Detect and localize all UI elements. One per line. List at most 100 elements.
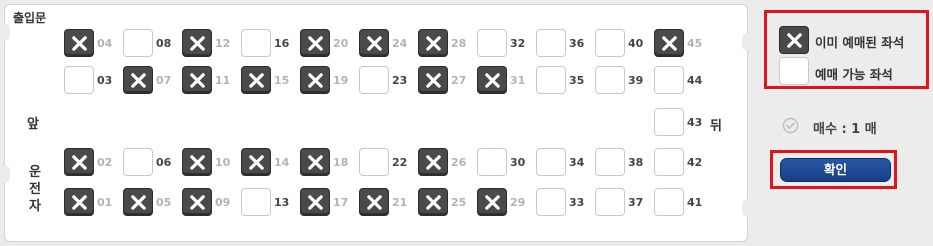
seat[interactable] — [595, 148, 625, 176]
seat-number: 26 — [451, 156, 467, 169]
ticket-count-label: 매수 : 1 매 — [813, 122, 877, 137]
seat-number: 31 — [510, 74, 526, 87]
seat-number: 09 — [215, 196, 231, 209]
seat[interactable] — [359, 29, 389, 57]
seat[interactable] — [418, 66, 448, 94]
panel-notch — [742, 199, 752, 217]
seat[interactable] — [477, 29, 507, 57]
seat[interactable] — [64, 66, 94, 94]
seat-number: 33 — [569, 196, 585, 209]
x-mark-icon — [249, 73, 264, 88]
seat[interactable] — [123, 66, 153, 94]
seat[interactable] — [477, 66, 507, 94]
seat[interactable] — [182, 29, 212, 57]
seat[interactable] — [477, 148, 507, 176]
seat-number: 36 — [569, 37, 585, 50]
seat[interactable] — [300, 29, 330, 57]
seat[interactable] — [123, 148, 153, 176]
seat[interactable] — [300, 148, 330, 176]
seat-number: 15 — [274, 74, 290, 87]
seat-number: 24 — [392, 37, 408, 50]
seat[interactable] — [241, 29, 271, 57]
panel-notch — [0, 165, 10, 183]
seat-number: 23 — [392, 74, 408, 87]
x-mark-icon — [308, 73, 323, 88]
x-mark-icon — [787, 33, 802, 48]
seat-number: 38 — [628, 156, 644, 169]
seat[interactable] — [654, 188, 684, 216]
x-mark-icon — [190, 195, 205, 210]
seat[interactable] — [536, 148, 566, 176]
seat[interactable] — [64, 188, 94, 216]
seat[interactable] — [654, 29, 684, 57]
seat-number: 01 — [97, 196, 113, 209]
seat[interactable] — [536, 29, 566, 57]
seat-number: 02 — [97, 156, 113, 169]
seat[interactable] — [418, 148, 448, 176]
seat-number: 22 — [392, 156, 408, 169]
x-mark-icon — [131, 195, 146, 210]
seat[interactable] — [182, 66, 212, 94]
panel-notch — [0, 23, 10, 41]
seat[interactable] — [595, 66, 625, 94]
seat[interactable] — [300, 66, 330, 94]
legend-available-seat — [779, 57, 809, 85]
check-circle-icon — [782, 117, 799, 134]
seat[interactable] — [595, 188, 625, 216]
seat[interactable] — [418, 188, 448, 216]
seat-number: 28 — [451, 37, 467, 50]
seat[interactable] — [536, 188, 566, 216]
entrance-label: 출입문 — [13, 11, 47, 25]
x-mark-icon — [249, 155, 264, 170]
x-mark-icon — [190, 155, 205, 170]
seat[interactable] — [654, 66, 684, 94]
seat[interactable] — [359, 188, 389, 216]
x-mark-icon — [367, 195, 382, 210]
x-mark-icon — [308, 155, 323, 170]
front-label: 앞 — [27, 117, 39, 132]
x-mark-icon — [662, 36, 677, 51]
confirm-highlight: 확인 — [770, 150, 897, 189]
seat-number: 45 — [687, 37, 703, 50]
seat[interactable] — [359, 148, 389, 176]
seat[interactable] — [418, 29, 448, 57]
x-mark-icon — [426, 36, 441, 51]
seat[interactable] — [654, 108, 684, 136]
seat[interactable] — [241, 188, 271, 216]
seat-number: 06 — [156, 156, 172, 169]
seat[interactable] — [123, 188, 153, 216]
seat-number: 29 — [510, 196, 526, 209]
seat[interactable] — [182, 148, 212, 176]
driver-label: 운전자 — [29, 165, 41, 214]
seat[interactable] — [64, 148, 94, 176]
seat[interactable] — [595, 29, 625, 57]
seat-number: 20 — [333, 37, 349, 50]
seat-number: 44 — [687, 74, 703, 87]
panel-notch — [742, 33, 752, 51]
seat-number: 27 — [451, 74, 467, 87]
seat[interactable] — [477, 188, 507, 216]
seat-number: 37 — [628, 196, 644, 209]
seat-number: 43 — [687, 116, 703, 129]
confirm-button[interactable]: 확인 — [780, 158, 891, 182]
seat[interactable] — [359, 66, 389, 94]
seat-legend: 이미 예매된 좌석 예매 가능 좌석 — [764, 10, 929, 89]
seat[interactable] — [64, 29, 94, 57]
seat[interactable] — [654, 148, 684, 176]
seat-number: 11 — [215, 74, 231, 87]
seat[interactable] — [123, 29, 153, 57]
seat[interactable] — [241, 66, 271, 94]
seat[interactable] — [182, 188, 212, 216]
x-mark-icon — [308, 195, 323, 210]
x-mark-icon — [131, 73, 146, 88]
seat-number: 35 — [569, 74, 585, 87]
seat[interactable] — [300, 188, 330, 216]
legend-available-label: 예매 가능 좌석 — [815, 67, 893, 82]
seat[interactable] — [536, 66, 566, 94]
seat-number: 16 — [274, 37, 290, 50]
legend-taken-seat — [779, 26, 809, 54]
x-mark-icon — [72, 155, 87, 170]
seat-number: 21 — [392, 196, 408, 209]
seat[interactable] — [241, 148, 271, 176]
seat-number: 39 — [628, 74, 644, 87]
